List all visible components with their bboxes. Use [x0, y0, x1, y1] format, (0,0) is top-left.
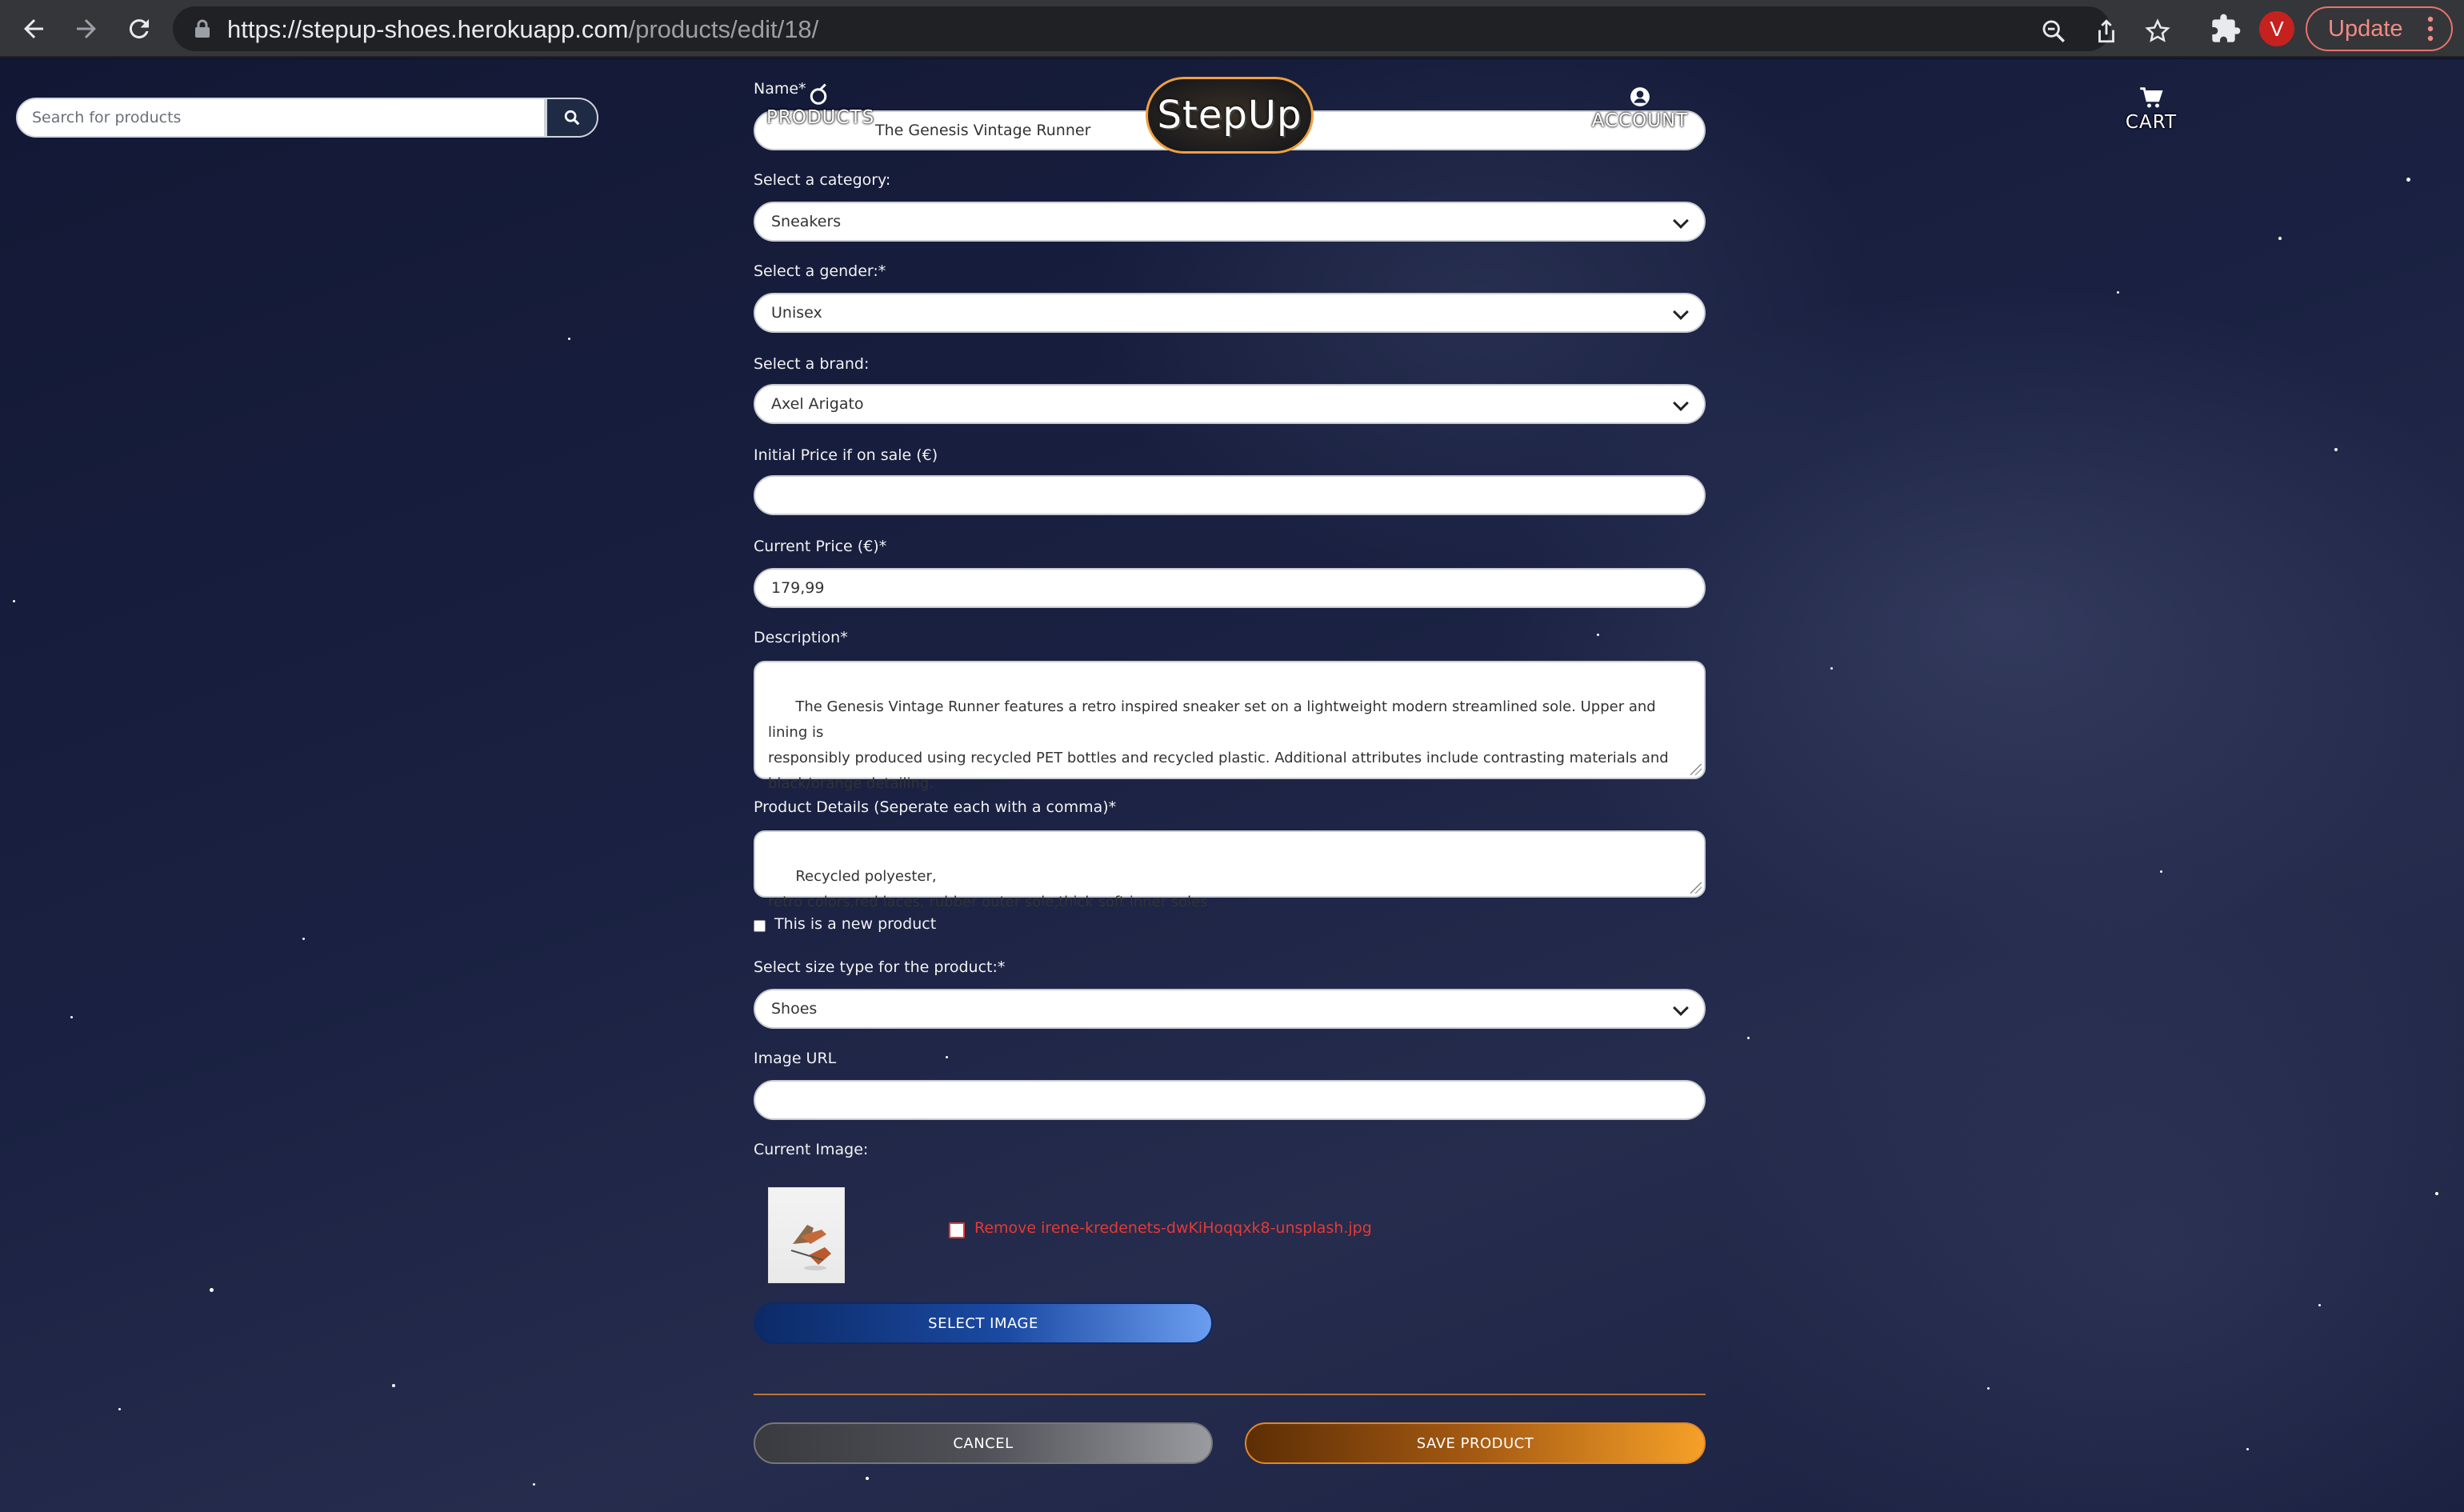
nav-account[interactable]: ACCOUNT	[1590, 86, 1690, 131]
product-thumbnail	[768, 1187, 845, 1283]
search-button[interactable]	[546, 98, 598, 138]
url-text: https://stepup-shoes.herokuapp.com/produ…	[227, 15, 819, 43]
browser-toolbar: https://stepup-shoes.herokuapp.com/produ…	[0, 0, 2464, 58]
search-input[interactable]	[16, 98, 546, 138]
details-text: Recycled polyester, retro colors,red lac…	[768, 868, 1208, 910]
remove-image-checkbox[interactable]	[949, 1222, 965, 1238]
forward-icon[interactable]	[69, 11, 104, 46]
description-textarea[interactable]: The Genesis Vintage Runner features a re…	[754, 661, 1706, 792]
description-text: The Genesis Vintage Runner features a re…	[768, 698, 1669, 792]
resize-handle[interactable]	[1690, 764, 1702, 775]
image-url-input[interactable]	[754, 1080, 1706, 1120]
current-image-label: Current Image:	[754, 1141, 869, 1158]
initial-price-label: Initial Price if on sale (€)	[754, 446, 938, 464]
product-search	[16, 98, 598, 138]
size-type-label: Select size type for the product:*	[754, 958, 1006, 976]
nav-cart[interactable]: CART	[2122, 86, 2181, 133]
brand-select[interactable]: Axel Arigato	[754, 384, 1706, 424]
zoom-icon[interactable]	[2040, 18, 2075, 53]
save-product-button[interactable]: SAVE PRODUCT	[1245, 1422, 1706, 1464]
shoe-icon	[810, 83, 827, 105]
category-label: Select a category:	[754, 171, 891, 189]
search-icon	[564, 110, 580, 126]
current-price-input[interactable]: 179,99	[754, 568, 1706, 608]
size-type-select[interactable]: Shoes	[754, 989, 1706, 1029]
select-image-button[interactable]: SELECT IMAGE	[754, 1302, 1213, 1344]
nav-products[interactable]: PRODUCTS	[766, 83, 875, 128]
initial-price-input[interactable]	[754, 475, 1706, 515]
more-menu-icon	[2427, 16, 2434, 42]
address-bar[interactable]: https://stepup-shoes.herokuapp.com/produ…	[173, 6, 2170, 53]
resize-handle[interactable]	[1690, 882, 1702, 894]
description-label: Description*	[754, 629, 848, 646]
lock-icon	[195, 19, 210, 38]
account-icon	[1630, 87, 1650, 106]
cart-icon	[2140, 87, 2163, 108]
cancel-button[interactable]: CANCEL	[754, 1422, 1213, 1464]
category-select[interactable]: Sneakers	[754, 202, 1706, 242]
new-product-label: This is a new product	[774, 915, 937, 933]
remove-image-label: Remove irene-kredenets-dwKiHoqqxk8-unspl…	[974, 1219, 1372, 1237]
new-product-checkbox[interactable]	[754, 920, 766, 932]
back-icon[interactable]	[16, 11, 51, 46]
stepup-logo[interactable]: StepUp	[1146, 77, 1314, 154]
extensions-puzzle-icon[interactable]	[2210, 13, 2242, 45]
details-label: Product Details (Seperate each with a co…	[754, 798, 1117, 816]
nav-products-label: PRODUCTS	[766, 107, 875, 128]
update-label: Update	[2328, 15, 2403, 42]
image-url-label: Image URL	[754, 1050, 837, 1067]
page-background: Name* The Genesis Vintage Runner Select …	[0, 59, 2464, 1512]
current-price-label: Current Price (€)*	[754, 538, 887, 555]
gender-label: Select a gender:*	[754, 262, 886, 280]
gender-select[interactable]: Unisex	[754, 293, 1706, 333]
share-icon[interactable]	[2093, 18, 2128, 53]
nav-cart-label: CART	[2125, 112, 2178, 133]
profile-avatar[interactable]: V	[2259, 11, 2294, 46]
reload-icon[interactable]	[122, 11, 157, 46]
update-button[interactable]: Update	[2306, 6, 2453, 51]
bookmark-star-icon[interactable]	[2144, 18, 2179, 53]
details-textarea[interactable]: Recycled polyester, retro colors,red lac…	[754, 830, 1706, 910]
brand-label: Select a brand:	[754, 355, 870, 373]
nav-account-label: ACCOUNT	[1591, 110, 1689, 131]
form-divider	[754, 1394, 1706, 1395]
logo-text: StepUp	[1157, 93, 1302, 138]
